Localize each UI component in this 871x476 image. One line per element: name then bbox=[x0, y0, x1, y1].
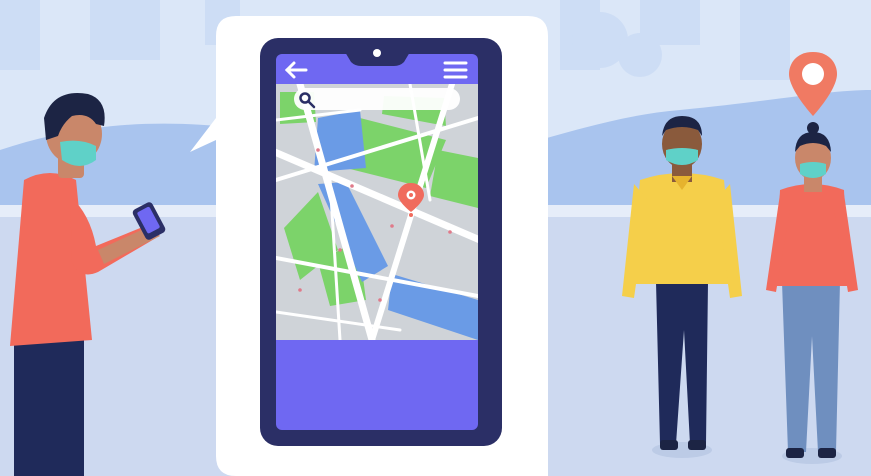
map-view[interactable] bbox=[270, 84, 480, 340]
map-search-input[interactable] bbox=[318, 91, 456, 108]
illustration-scene bbox=[0, 0, 871, 476]
